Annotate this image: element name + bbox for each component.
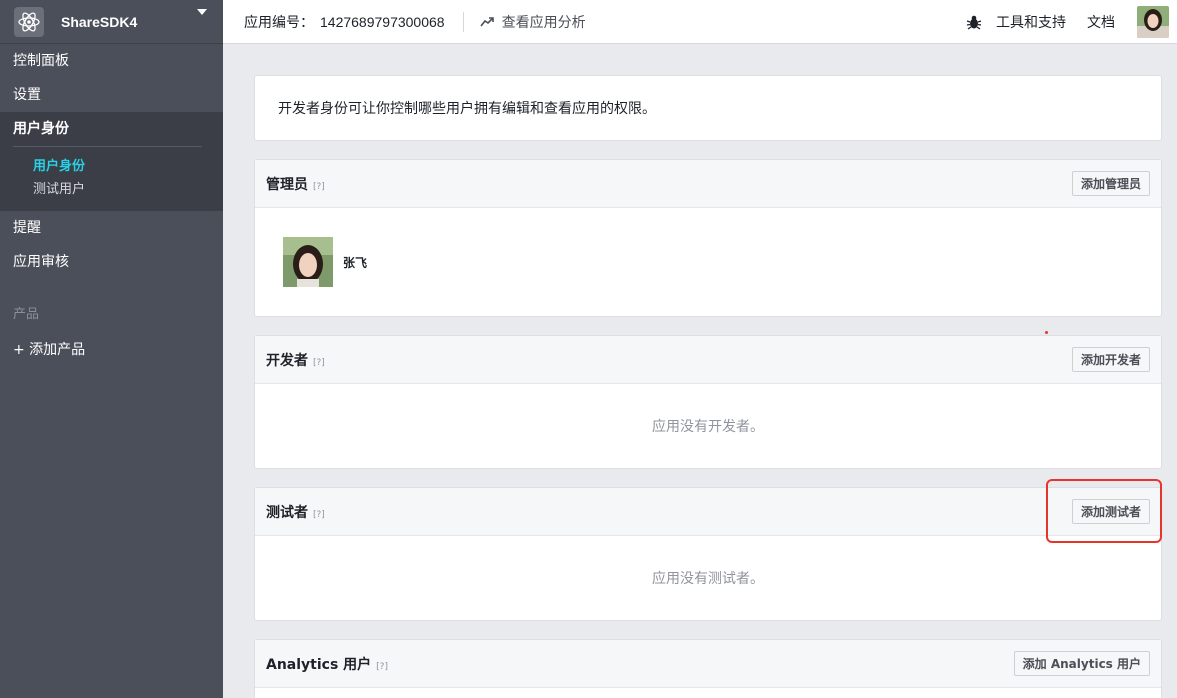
sidebar-item-alerts[interactable]: 提醒	[0, 211, 223, 245]
sidebar-section-products: 产品	[13, 307, 40, 322]
testers-card: 测试者 [?] 添加测试者 应用没有测试者。	[254, 487, 1162, 621]
sidebar: ShareSDK4 控制面板 设置 用户身份 用户身份 测试用户 提醒 应用审核…	[0, 0, 223, 698]
app-id-label: 应用编号：	[244, 14, 314, 31]
help-icon[interactable]: [?]	[313, 182, 325, 192]
analytics-users-card: Analytics 用户 [?] 添加 Analytics 用户	[254, 639, 1162, 698]
docs-link[interactable]: 文档	[1087, 12, 1115, 32]
testers-title-text: 测试者	[266, 504, 308, 521]
admin-name[interactable]: 张飞	[343, 254, 367, 271]
tools-support-link[interactable]: 工具和支持	[996, 12, 1066, 32]
testers-empty-text: 应用没有测试者。	[652, 571, 764, 587]
sidebar-subitem-roles[interactable]: 用户身份	[0, 155, 223, 178]
topbar-separator	[462, 11, 464, 32]
bug-icon[interactable]	[966, 14, 982, 30]
add-product-link[interactable]: + 添加产品	[0, 333, 223, 367]
intro-card: 开发者身份可让你控制哪些用户拥有编辑和查看应用的权限。	[254, 75, 1162, 141]
intro-text: 开发者身份可让你控制哪些用户拥有编辑和查看应用的权限。	[278, 101, 656, 117]
admins-title: 管理员 [?]	[266, 174, 325, 194]
add-admin-button[interactable]: 添加管理员	[1071, 171, 1150, 196]
topbar-right: 工具和支持 文档	[966, 0, 1177, 44]
user-avatar[interactable]	[1137, 6, 1169, 38]
analytics-users-title-text: Analytics 用户	[266, 656, 372, 673]
developers-card: 开发者 [?] 添加开发者 应用没有开发者。	[254, 335, 1162, 469]
annotation-dot	[1045, 331, 1048, 334]
add-developer-button[interactable]: 添加开发者	[1071, 347, 1150, 372]
help-icon[interactable]: [?]	[313, 510, 325, 520]
admins-header: 管理员 [?] 添加管理员	[255, 160, 1161, 208]
app-id-value: 1427689797300068	[320, 13, 445, 30]
developers-header: 开发者 [?] 添加开发者	[255, 336, 1161, 384]
testers-header: 测试者 [?] 添加测试者	[255, 488, 1161, 536]
view-analytics-label: 查看应用分析	[501, 14, 586, 31]
atom-icon	[14, 6, 44, 37]
testers-title: 测试者 [?]	[266, 502, 325, 522]
developers-title: 开发者 [?]	[266, 350, 325, 370]
sidebar-group-roles: 用户身份 用户身份 测试用户	[0, 112, 223, 211]
analytics-users-title: Analytics 用户 [?]	[266, 654, 388, 674]
admin-avatar[interactable]	[283, 237, 333, 287]
add-tester-button[interactable]: 添加测试者	[1071, 499, 1150, 524]
app-switcher[interactable]: ShareSDK4	[0, 0, 223, 44]
analytics-users-header: Analytics 用户 [?] 添加 Analytics 用户	[255, 640, 1161, 688]
view-analytics-link[interactable]: 查看应用分析	[479, 12, 586, 32]
admin-list: 张飞	[255, 208, 1161, 316]
sidebar-item-settings[interactable]: 设置	[0, 78, 223, 112]
admins-title-text: 管理员	[266, 176, 308, 193]
developers-empty-text: 应用没有开发者。	[652, 419, 764, 435]
help-icon[interactable]: [?]	[376, 662, 388, 672]
topbar: 应用编号： 1427689797300068 查看应用分析 工具和支持 文档	[223, 0, 1177, 44]
sidebar-item-roles[interactable]: 用户身份	[0, 112, 223, 146]
developers-title-text: 开发者	[266, 352, 308, 369]
sidebar-subitem-test-users[interactable]: 测试用户	[0, 178, 223, 201]
admins-card: 管理员 [?] 添加管理员 张飞	[254, 159, 1162, 317]
app-name: ShareSDK4	[61, 13, 138, 30]
main-content: 开发者身份可让你控制哪些用户拥有编辑和查看应用的权限。 管理员 [?] 添加管理…	[254, 75, 1162, 698]
help-icon[interactable]: [?]	[313, 358, 325, 368]
sidebar-item-dashboard[interactable]: 控制面板	[0, 44, 223, 78]
sidebar-item-app-review[interactable]: 应用审核	[0, 245, 223, 279]
sidebar-divider	[13, 146, 202, 147]
add-analytics-user-button[interactable]: 添加 Analytics 用户	[1013, 651, 1150, 676]
trend-up-icon	[479, 16, 494, 26]
caret-down-icon[interactable]	[197, 9, 207, 15]
